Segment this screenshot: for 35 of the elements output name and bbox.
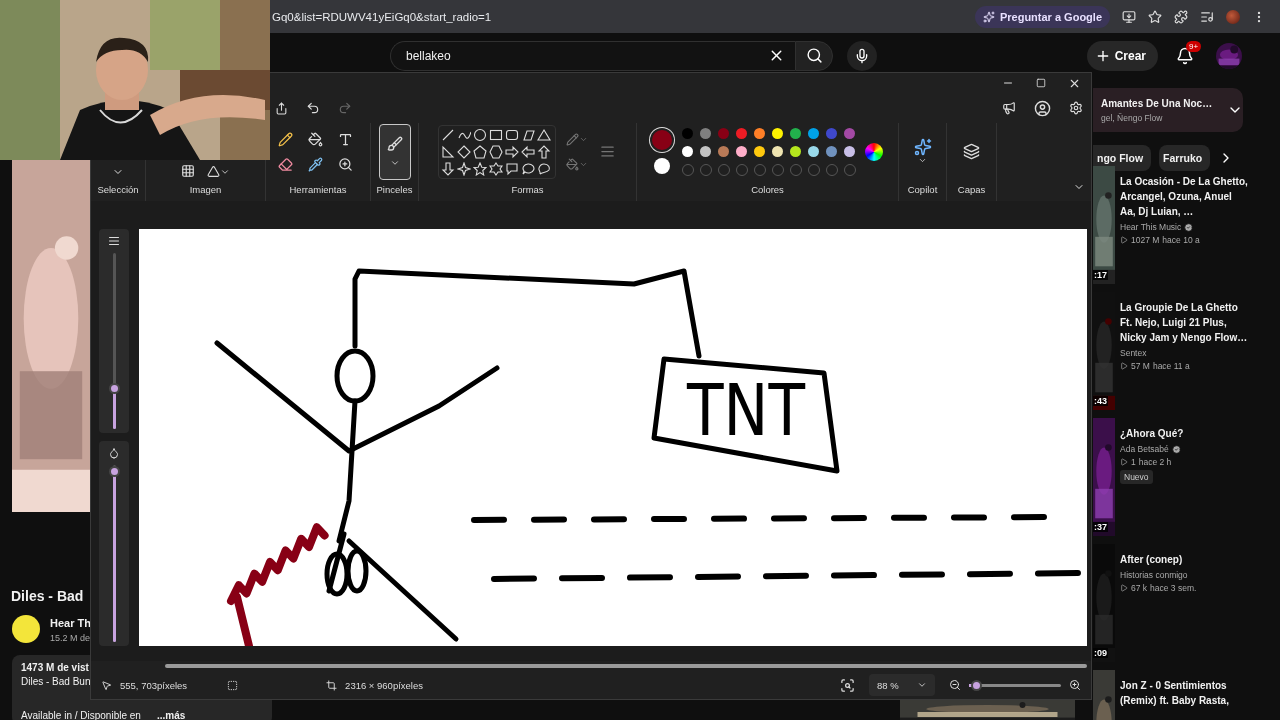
ribbon-group-label: Pinceles [376,184,413,197]
playlist-artists: gel, Ñengo Flow [1101,112,1164,123]
upload-age: hace 3 sem. [1150,583,1197,593]
channel-name: Historias conmigo [1120,570,1188,580]
upload-age: hace 10 a [1162,235,1200,245]
cursor-position: 555, 703píxeles [120,679,188,691]
description-text: Diles - Bad Bun [21,676,91,687]
ribbon-group-label: Imagen [189,184,222,197]
ribbon-group-label: Selección [97,184,139,197]
ribbon-group-label: Colores [751,184,784,197]
view-count: 1 [1131,457,1136,467]
ribbon-group-label: Herramientas [289,184,347,197]
ribbon-group-label: Formas [511,184,544,197]
notification-badge: 9+ [1186,40,1202,52]
subscriber-count: 15.2 M de [50,633,91,643]
view-count: 1473 M de vist [21,662,89,673]
view-count: 67 k [1131,583,1148,593]
channel-name: Hear This Music [1120,222,1182,232]
canvas-text: TNT [687,368,829,452]
playlist-title: Amantes De Una Noc… [1101,97,1214,109]
canvas-size: 2316 × 960píxeles [345,679,423,691]
view-count: 57 M [1131,361,1150,371]
video-duration: :17 [1093,270,1108,280]
video-title: Diles - Bad [11,588,84,604]
ribbon-group-label: Capas [957,184,986,197]
video-duration: :43 [1093,396,1108,406]
video-duration: :37 [1093,522,1108,532]
ribbon-group-label: Copilot [907,184,938,197]
new-badge: Nuevo [1120,470,1153,484]
video-duration: :09 [1093,648,1108,658]
upload-age: hace 11 a [1152,361,1190,371]
upload-age: hace 2 h [1138,457,1172,467]
view-count: 1027 M [1131,235,1160,245]
channel-name: Sentex [1120,348,1147,358]
channel-name: Ada Betsabé [1120,444,1169,454]
